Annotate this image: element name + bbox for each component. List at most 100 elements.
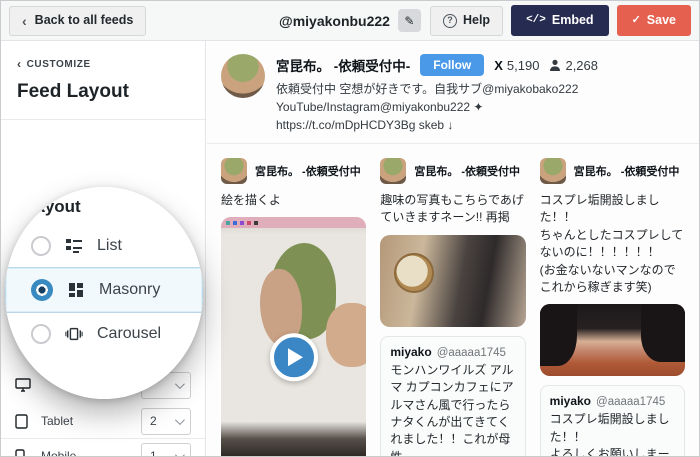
artist-hand-shape xyxy=(326,303,367,368)
hair-shape xyxy=(539,304,578,366)
posts-stat: X 5,190 xyxy=(494,58,539,73)
quoted-author-handle: @aaaaa1745 xyxy=(436,346,506,359)
tablet-columns-value: 2 xyxy=(150,414,157,428)
feed-preview: 宮昆布。 -依頼受付中- Follow X 5,190 2,268 依頼受付中 … xyxy=(207,41,699,456)
mobile-columns-value: 1 xyxy=(150,449,157,457)
save-button[interactable]: ✓ Save xyxy=(616,5,691,36)
tweet-card-1[interactable]: 宮昆布。 -依頼受付中 絵を描くよ xyxy=(221,154,367,456)
tweet-avatar xyxy=(539,158,566,184)
follow-button[interactable]: Follow xyxy=(420,54,485,76)
masonry-layout-icon xyxy=(67,281,85,299)
tweet-text: 趣味の写真もこちらであげていきますネーン!! 再掲 xyxy=(380,193,524,225)
play-button[interactable] xyxy=(269,333,318,382)
profile-bio: 依頼受付中 空想が好きです。自我サブ@miyakobako222 YouTube… xyxy=(276,80,685,134)
tablet-columns-select[interactable]: 2 xyxy=(141,407,191,435)
followers-count: 2,268 xyxy=(565,57,599,73)
mobile-columns-row: Mobile 1 xyxy=(1,442,205,457)
person-icon xyxy=(550,59,561,71)
x-logo-icon: X xyxy=(494,57,503,73)
tablet-icon xyxy=(15,413,31,429)
carousel-option-label: Carousel xyxy=(97,325,162,342)
topbar-actions: ? Help </> Embed ✓ Save xyxy=(429,5,691,36)
tweet-text: 絵を描くよ xyxy=(221,193,282,207)
badge-shape xyxy=(394,252,435,293)
layout-option-list[interactable]: List xyxy=(5,225,203,267)
feed-handle-group: @miyakonbu222 ✎ xyxy=(279,9,421,32)
quoted-author-name: miyako xyxy=(390,344,432,359)
code-icon: </> xyxy=(526,14,546,26)
posts-count: 5,190 xyxy=(506,57,540,73)
quoted-author-name: miyako xyxy=(549,394,592,409)
list-layout-icon xyxy=(65,237,83,255)
profile-header: 宮昆布。 -依頼受付中- Follow X 5,190 2,268 依頼受付中 … xyxy=(207,41,699,144)
check-icon: ✓ xyxy=(631,14,641,26)
masonry-option-label: Masonry xyxy=(99,281,161,298)
tablet-label: Tablet xyxy=(41,414,74,428)
feed-handle: @miyakonbu222 xyxy=(279,12,390,29)
profile-name: 宮昆布。 -依頼受付中- xyxy=(276,59,411,74)
magnifier-lens: Layout List Masonry Carousel xyxy=(5,187,203,399)
radio-checked-icon[interactable] xyxy=(31,279,53,301)
section-divider xyxy=(1,119,205,120)
drawing-app-toolbar xyxy=(221,217,367,229)
tweet-author: 宮昆布。 -依頼受付中 xyxy=(414,166,521,178)
tweet-author: 宮昆布。 -依頼受付中 xyxy=(573,166,680,178)
mobile-label: Mobile xyxy=(41,449,77,457)
layout-option-masonry[interactable]: Masonry xyxy=(5,267,203,313)
pencil-icon: ✎ xyxy=(404,13,415,28)
layout-section-title: Layout xyxy=(25,197,81,216)
embed-button[interactable]: </> Embed xyxy=(511,5,609,36)
mobile-columns-select[interactable]: 1 xyxy=(141,442,191,457)
section-divider xyxy=(1,438,205,439)
tweet-card-2[interactable]: 宮昆布。 -依頼受付中 趣味の写真もこちらであげていきますネーン!! 再掲 mi… xyxy=(380,154,526,456)
tweet-video-thumbnail[interactable] xyxy=(221,217,367,456)
chevron-down-icon xyxy=(174,449,185,456)
back-chevron-icon: ‹ xyxy=(17,57,22,71)
save-button-label: Save xyxy=(646,13,676,28)
hair-shape xyxy=(641,304,685,362)
panel-title: Feed Layout xyxy=(17,81,129,102)
quoted-text: モンハンワイルズ アルマ カプコンカフェにアルマさん風で行ったらナタくんが出てき… xyxy=(390,362,514,456)
quoted-tweet[interactable]: miyako @aaaaa1745 モンハンワイルズ アルマ カプコンカフェにア… xyxy=(380,335,526,456)
edit-handle-button[interactable]: ✎ xyxy=(397,9,421,32)
feed-customizer-window: ‹ Back to all feeds @miyakonbu222 ✎ ? He… xyxy=(0,0,700,457)
help-button-label: Help xyxy=(462,13,491,28)
list-option-label: List xyxy=(97,237,122,254)
customize-back-link[interactable]: ‹ CUSTOMIZE xyxy=(1,41,205,71)
masonry-grid: 宮昆布。 -依頼受付中 絵を描くよ 宮昆布。 -依頼受付中 趣味の写真もこちらで… xyxy=(207,144,699,456)
quoted-text: コスプレ垢開設しました！！ よろしくお願いしまーーーす！！！ これは中学生の時の… xyxy=(549,412,670,456)
profile-info: 宮昆布。 -依頼受付中- Follow X 5,190 2,268 依頼受付中 … xyxy=(276,54,685,134)
followers-stat: 2,268 xyxy=(549,58,598,73)
quoted-tweet[interactable]: miyako @aaaaa1745 コスプレ垢開設しました！！ よろしくお願いし… xyxy=(539,385,685,456)
tweet-text: コスプレ垢開設しました！！ ちゃんとしたコスプレしてないのに！！！！！！ (お金… xyxy=(539,193,684,294)
embed-button-label: Embed xyxy=(551,13,594,28)
radio-unchecked-icon[interactable] xyxy=(31,324,51,344)
mobile-icon xyxy=(15,448,31,456)
radio-unchecked-icon[interactable] xyxy=(31,236,51,256)
topbar: ‹ Back to all feeds @miyakonbu222 ✎ ? He… xyxy=(1,1,699,41)
back-button-label: Back to all feeds xyxy=(34,13,134,28)
chevron-down-icon xyxy=(174,378,185,389)
tweet-photo[interactable] xyxy=(380,234,526,327)
bio-line-1: 依頼受付中 空想が好きです。自我サブ@miyakobako222 YouTube… xyxy=(276,82,579,114)
chevron-down-icon xyxy=(174,414,185,425)
tablet-columns-row: Tablet 2 xyxy=(1,407,205,435)
profile-avatar xyxy=(221,54,265,98)
back-to-feeds-button[interactable]: ‹ Back to all feeds xyxy=(9,5,147,36)
settings-sidebar: ‹ CUSTOMIZE Feed Layout Tablet 2 Mobile … xyxy=(1,41,206,456)
bio-line-2[interactable]: https://t.co/mDpHCDY3Bg skeb ↓ xyxy=(276,116,685,134)
desktop-icon xyxy=(15,377,31,393)
help-button[interactable]: ? Help xyxy=(429,5,504,36)
tweet-avatar xyxy=(221,158,247,184)
customize-label: CUSTOMIZE xyxy=(26,58,91,70)
help-icon: ? xyxy=(442,13,457,28)
tweet-avatar xyxy=(380,158,407,184)
back-chevron-icon: ‹ xyxy=(22,12,27,29)
tweet-card-3[interactable]: 宮昆布。 -依頼受付中 コスプレ垢開設しました！！ ちゃんとしたコスプレしてない… xyxy=(539,154,685,456)
tweet-photo[interactable] xyxy=(539,304,685,377)
quoted-author-handle: @aaaaa1745 xyxy=(596,396,666,409)
carousel-layout-icon xyxy=(65,325,83,343)
tweet-author: 宮昆布。 -依頼受付中 xyxy=(255,166,361,178)
layout-option-carousel[interactable]: Carousel xyxy=(5,313,203,355)
play-icon xyxy=(288,348,304,367)
